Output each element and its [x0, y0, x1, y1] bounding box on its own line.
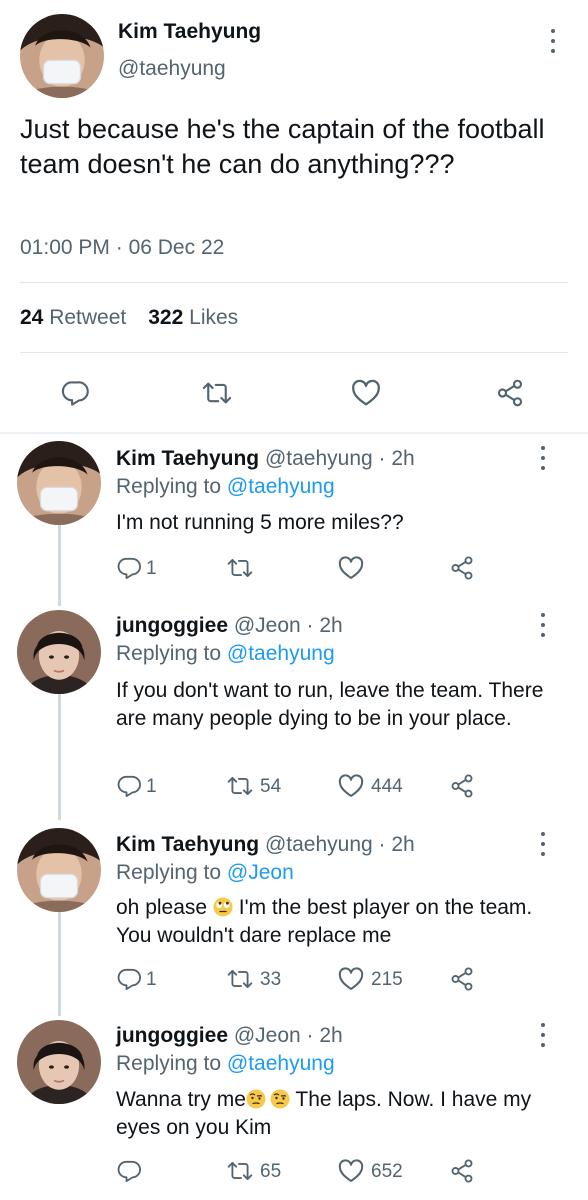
reply-author[interactable]: jungoggiee @Jeon · 2h — [116, 614, 343, 638]
like-count: 444 — [371, 776, 403, 797]
replying-to-link[interactable]: @Jeon — [227, 861, 294, 884]
like-icon[interactable] — [350, 377, 382, 409]
rolling-eyes-emoji — [213, 897, 233, 917]
share-icon[interactable] — [449, 772, 475, 800]
reply-avatar[interactable] — [17, 441, 101, 525]
reply-age: · 2h — [306, 1024, 343, 1047]
reply-icon[interactable] — [116, 966, 142, 992]
reply-author[interactable]: Kim Taehyung @taehyung · 2h — [116, 833, 415, 857]
more-options-icon[interactable] — [537, 443, 549, 473]
reply-count: 1 — [146, 969, 157, 990]
more-options-icon[interactable] — [537, 829, 549, 859]
like-icon[interactable] — [337, 1157, 365, 1185]
retweets-count: 24 — [20, 306, 44, 329]
reply-icon[interactable] — [116, 1158, 142, 1184]
author-name[interactable]: Kim Taehyung — [118, 20, 261, 44]
raised-eyebrow-emoji — [246, 1089, 266, 1109]
reply-text-start: Wanna try me — [116, 1088, 246, 1111]
reply-author-name: jungoggiee — [116, 614, 228, 637]
share-icon[interactable] — [449, 554, 475, 582]
reply-icon[interactable] — [116, 773, 142, 799]
divider — [20, 352, 568, 353]
retweet-icon[interactable] — [226, 966, 254, 992]
retweet-count: 33 — [260, 969, 282, 990]
tweet-timestamp[interactable]: 01:00 PM · 06 Dec 22 — [20, 236, 224, 260]
tweet-text: Just because he's the captain of the foo… — [20, 114, 545, 179]
reply-author-name: Kim Taehyung — [116, 833, 260, 856]
likes-label: Likes — [189, 306, 239, 329]
replying-to: Replying to @taehyung — [116, 642, 335, 666]
likes-stat[interactable]: 322 Likes — [148, 306, 238, 329]
author-handle[interactable]: @taehyung — [118, 57, 226, 81]
like-count: 652 — [371, 1161, 403, 1182]
reply-author-handle: @Jeon — [233, 614, 301, 637]
retweet-icon[interactable] — [226, 773, 254, 799]
reply-author-handle: @taehyung — [264, 833, 373, 856]
reply-text: oh please I'm the best player on the tea… — [116, 894, 556, 950]
replying-to-link[interactable]: @taehyung — [227, 1052, 335, 1075]
more-options-icon[interactable] — [537, 1020, 549, 1050]
reply-count: 1 — [146, 776, 157, 797]
thread-line — [58, 514, 61, 606]
replying-to: Replying to @taehyung — [116, 1052, 335, 1076]
reply-author-handle: @Jeon — [233, 1024, 301, 1047]
reply-icon[interactable] — [116, 555, 142, 581]
retweet-icon[interactable] — [226, 555, 254, 581]
reply-avatar[interactable] — [17, 610, 101, 694]
divider — [20, 282, 568, 283]
retweet-count: 54 — [260, 776, 282, 797]
thread-line — [58, 694, 61, 820]
reply-avatar[interactable] — [17, 828, 101, 912]
replying-to-prefix: Replying to — [116, 475, 222, 498]
replying-to-prefix: Replying to — [116, 861, 222, 884]
tweet-date: 06 Dec 22 — [128, 236, 225, 259]
tweet-stats: 24 Retweet 322 Likes — [20, 306, 238, 330]
share-icon[interactable] — [495, 377, 525, 409]
retweet-count: 65 — [260, 1161, 282, 1182]
share-icon[interactable] — [449, 965, 475, 993]
retweet-icon[interactable] — [226, 1158, 254, 1184]
like-icon[interactable] — [337, 772, 365, 800]
replying-to-prefix: Replying to — [116, 1052, 222, 1075]
more-options-icon[interactable] — [537, 610, 549, 640]
replying-to: Replying to @Jeon — [116, 861, 294, 885]
replying-to-prefix: Replying to — [116, 642, 222, 665]
reply-author[interactable]: Kim Taehyung @taehyung · 2h — [116, 447, 415, 471]
tweet-time: 01:00 PM — [20, 236, 110, 259]
retweet-icon[interactable] — [201, 378, 233, 408]
raised-eyebrow-emoji — [270, 1089, 290, 1109]
like-count: 215 — [371, 969, 403, 990]
reply-text-start: oh please — [116, 896, 208, 919]
reply-age: · 2h — [378, 447, 415, 470]
share-icon[interactable] — [449, 1157, 475, 1185]
reply-author[interactable]: jungoggiee @Jeon · 2h — [116, 1024, 343, 1048]
reply-text: Wanna try me The laps. Now. I have my ey… — [116, 1086, 556, 1142]
reply-icon[interactable] — [60, 378, 90, 408]
reply-text: If you don't want to run, leave the team… — [116, 679, 544, 730]
replying-to: Replying to @taehyung — [116, 475, 335, 499]
retweets-stat[interactable]: 24 Retweet — [20, 306, 126, 329]
reply-author-name: Kim Taehyung — [116, 447, 260, 470]
like-icon[interactable] — [337, 965, 365, 993]
thread-line — [58, 904, 61, 1016]
likes-count: 322 — [148, 306, 184, 329]
reply-age: · 2h — [306, 614, 343, 637]
like-icon[interactable] — [337, 554, 365, 582]
retweets-label: Retweet — [49, 306, 127, 329]
more-options-icon[interactable] — [547, 26, 559, 56]
replying-to-link[interactable]: @taehyung — [227, 475, 335, 498]
timestamp-separator: · — [115, 236, 123, 259]
author-avatar[interactable] — [20, 14, 104, 98]
section-separator — [0, 432, 588, 434]
reply-count: 1 — [146, 558, 157, 579]
reply-age: · 2h — [378, 833, 415, 856]
replying-to-link[interactable]: @taehyung — [227, 642, 335, 665]
reply-author-name: jungoggiee — [116, 1024, 228, 1047]
reply-avatar[interactable] — [17, 1020, 101, 1104]
reply-author-handle: @taehyung — [264, 447, 373, 470]
reply-text: I'm not running 5 more miles?? — [116, 511, 404, 534]
